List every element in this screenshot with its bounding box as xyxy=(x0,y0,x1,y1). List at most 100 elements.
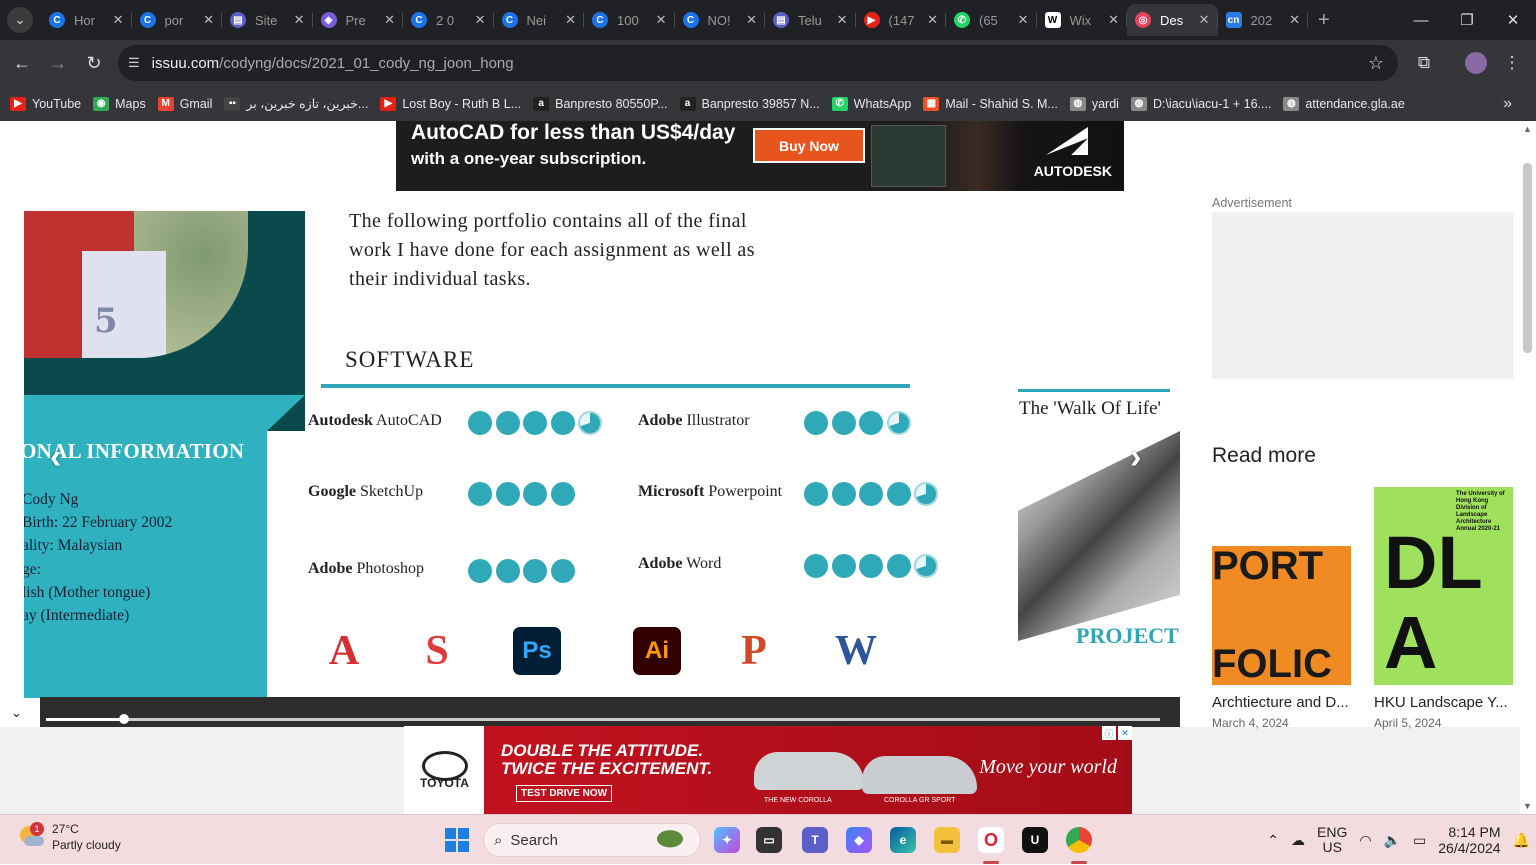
browser-tab[interactable]: W Wix ✕ xyxy=(1037,4,1128,36)
tab-close-icon[interactable]: ✕ xyxy=(203,12,214,28)
browser-tab[interactable]: ▤ Telu ✕ xyxy=(765,4,856,36)
tab-close-icon[interactable]: ✕ xyxy=(1289,12,1300,28)
opera-icon[interactable]: O xyxy=(978,827,1004,853)
tab-close-icon[interactable]: ✕ xyxy=(565,12,576,28)
tab-close-icon[interactable]: ✕ xyxy=(1018,12,1029,28)
copilot-icon[interactable]: ✦ xyxy=(714,827,740,853)
back-icon[interactable]: ← xyxy=(4,45,40,81)
tab-close-icon[interactable]: ✕ xyxy=(656,12,667,28)
tab-close-icon[interactable]: ✕ xyxy=(113,12,124,28)
browser-tab[interactable]: cn 202 ✕ xyxy=(1218,4,1309,36)
bookmarks-overflow-icon[interactable]: » xyxy=(1503,95,1512,113)
tab-close-icon[interactable]: ✕ xyxy=(1108,12,1119,28)
publication-card[interactable]: The University of Hong Kong Division of … xyxy=(1374,487,1513,730)
unreal-icon[interactable]: U xyxy=(1022,827,1048,853)
collapse-icon[interactable]: ⌄ xyxy=(11,705,22,721)
bookmark-item[interactable]: ▦ Mail - Shahid S. M... xyxy=(923,96,1058,111)
language-indicator[interactable]: ENG US xyxy=(1317,825,1347,855)
browser-tab[interactable]: C Hor ✕ xyxy=(41,4,132,36)
tab-close-icon[interactable]: ✕ xyxy=(746,12,757,28)
browser-tab[interactable]: C NO! ✕ xyxy=(675,4,766,36)
toyota-ad[interactable]: TOYOTA DOUBLE THE ATTITUDE. TWICE THE EXC… xyxy=(404,726,1132,814)
file-explorer-icon[interactable]: ▬ xyxy=(934,827,960,853)
autodesk-ad[interactable]: AutoCAD for less than US$4/day with a on… xyxy=(396,121,1124,191)
reader-progress-bar[interactable] xyxy=(40,697,1180,727)
page-scrollbar[interactable]: ▲ ▼ xyxy=(1520,121,1536,814)
forward-icon[interactable]: → xyxy=(40,45,76,81)
buy-now-button[interactable]: Buy Now xyxy=(753,128,865,163)
file-viewer-icon[interactable]: ▭ xyxy=(756,827,782,853)
bookmark-item[interactable]: ✆ WhatsApp xyxy=(831,96,911,111)
network-alert-icon[interactable]: ☁ xyxy=(1291,832,1305,849)
bookmark-item[interactable]: a Banpresto 80550P... xyxy=(533,96,668,111)
weather-widget[interactable]: 1 27°C Partly cloudy xyxy=(18,821,121,853)
bookmark-item[interactable]: ▪▪ خبرين، تازه خبرين، بر... xyxy=(224,96,368,111)
tab-close-icon[interactable]: ✕ xyxy=(927,12,938,28)
publication-title[interactable]: Archtiecture and D... xyxy=(1212,694,1349,711)
browser-tab[interactable]: ◎ Des - ✕ xyxy=(1127,4,1218,36)
tab-close-icon[interactable]: ✕ xyxy=(1199,12,1210,28)
volume-icon[interactable]: 🔈 xyxy=(1384,832,1401,849)
browser-tab[interactable]: ✆ (65 ✕ xyxy=(946,4,1037,36)
chrome-icon[interactable] xyxy=(1066,827,1092,853)
url-text[interactable]: issuu.com/codyng/docs/2021_01_cody_ng_jo… xyxy=(152,55,514,72)
bookmark-star-icon[interactable]: ☆ xyxy=(1368,53,1384,74)
restore-icon[interactable]: ❐ xyxy=(1444,0,1490,40)
bookmark-item[interactable]: ▶ Lost Boy - Ruth B L... xyxy=(380,96,521,111)
tab-search-button[interactable]: ⌄ xyxy=(7,7,33,33)
teams-icon[interactable]: T xyxy=(802,827,828,853)
tab-close-icon[interactable]: ✕ xyxy=(294,12,305,28)
taskbar-search[interactable]: ⌕ Search xyxy=(483,823,701,857)
tab-close-icon[interactable]: ✕ xyxy=(384,12,395,28)
browser-tab[interactable]: ▶ (147 ✕ xyxy=(856,4,947,36)
skill-label: Adobe Word xyxy=(638,555,721,573)
new-tab-button[interactable]: + xyxy=(1318,9,1330,32)
wifi-icon[interactable]: ◠ xyxy=(1359,832,1371,849)
edge-icon[interactable]: e xyxy=(890,827,916,853)
tab-close-icon[interactable]: ✕ xyxy=(475,12,486,28)
bookmark-item[interactable]: ◉ Maps xyxy=(93,96,146,111)
bookmark-item[interactable]: ◍ yardi xyxy=(1069,96,1119,111)
clock[interactable]: 8:14 PM 26/4/2024 xyxy=(1438,824,1500,856)
test-drive-button[interactable]: TEST DRIVE NOW xyxy=(516,785,613,802)
bookmark-item[interactable]: ◍ attendance.gla.ae xyxy=(1283,96,1405,111)
browser-tab[interactable]: Cpor ✕ xyxy=(132,4,223,36)
scrollbar-thumb[interactable] xyxy=(1523,163,1532,353)
ad-info-icon[interactable]: ⓘ xyxy=(1102,726,1116,740)
browser-tab[interactable]: C Nei ✕ xyxy=(494,4,585,36)
address-bar[interactable]: ☰ issuu.com/codyng/docs/2021_01_cody_ng_… xyxy=(118,45,1398,81)
extensions-icon[interactable]: ⧉ xyxy=(1406,45,1442,81)
tab-close-icon[interactable]: ✕ xyxy=(837,12,848,28)
bookmark-item[interactable]: ▶ YouTube xyxy=(10,96,81,111)
site-info-icon[interactable]: ☰ xyxy=(128,55,140,71)
browser-tab[interactable]: C 2 0 ✕ xyxy=(403,4,494,36)
publication-title[interactable]: HKU Landscape Y... xyxy=(1374,694,1508,711)
progress-handle[interactable] xyxy=(118,714,129,724)
browser-tab[interactable]: C 100 ✕ xyxy=(584,4,675,36)
tray-overflow-icon[interactable]: ⌃ xyxy=(1267,832,1279,849)
reload-icon[interactable]: ↻ xyxy=(76,45,112,81)
profile-avatar[interactable] xyxy=(1458,45,1494,81)
close-window-icon[interactable]: ✕ xyxy=(1490,0,1536,40)
scroll-up-icon[interactable]: ▲ xyxy=(1523,124,1532,134)
start-button[interactable] xyxy=(445,828,469,852)
sidebar-ad-slot[interactable] xyxy=(1212,212,1513,379)
bookmark-item[interactable]: ◍ D:\iacu\iacu-1 + 16.... xyxy=(1130,96,1271,111)
browser-tab[interactable]: ▤ Site ✕ xyxy=(222,4,313,36)
app-icon[interactable]: ◆ xyxy=(846,827,872,853)
document-reader[interactable]: 5 ONAL INFORMATION Cody Ng Birth: 22 Feb… xyxy=(24,211,1180,698)
notification-badge: 1 xyxy=(30,822,44,836)
battery-icon[interactable]: ▭ xyxy=(1413,832,1426,849)
previous-page-icon[interactable]: ‹ xyxy=(50,438,61,477)
minimize-icon[interactable]: — xyxy=(1398,0,1444,40)
ad-close-icon[interactable]: ✕ xyxy=(1118,726,1132,740)
browser-menu-icon[interactable]: ⋮ xyxy=(1494,45,1530,81)
scroll-down-icon[interactable]: ▼ xyxy=(1523,801,1532,811)
publication-card[interactable]: PORT FOLIC Archtiecture and D... March 4… xyxy=(1212,546,1351,730)
bookmark-item[interactable]: M Gmail xyxy=(157,96,212,111)
next-page-icon[interactable]: › xyxy=(1130,438,1141,477)
notifications-bell-icon[interactable]: 🔔 xyxy=(1513,832,1530,849)
bookmark-item[interactable]: a Banpresto 39857 N... xyxy=(679,96,820,111)
bookmark-icon: ▶ xyxy=(380,96,397,111)
browser-tab[interactable]: ◈ Pre ✕ xyxy=(313,4,404,36)
